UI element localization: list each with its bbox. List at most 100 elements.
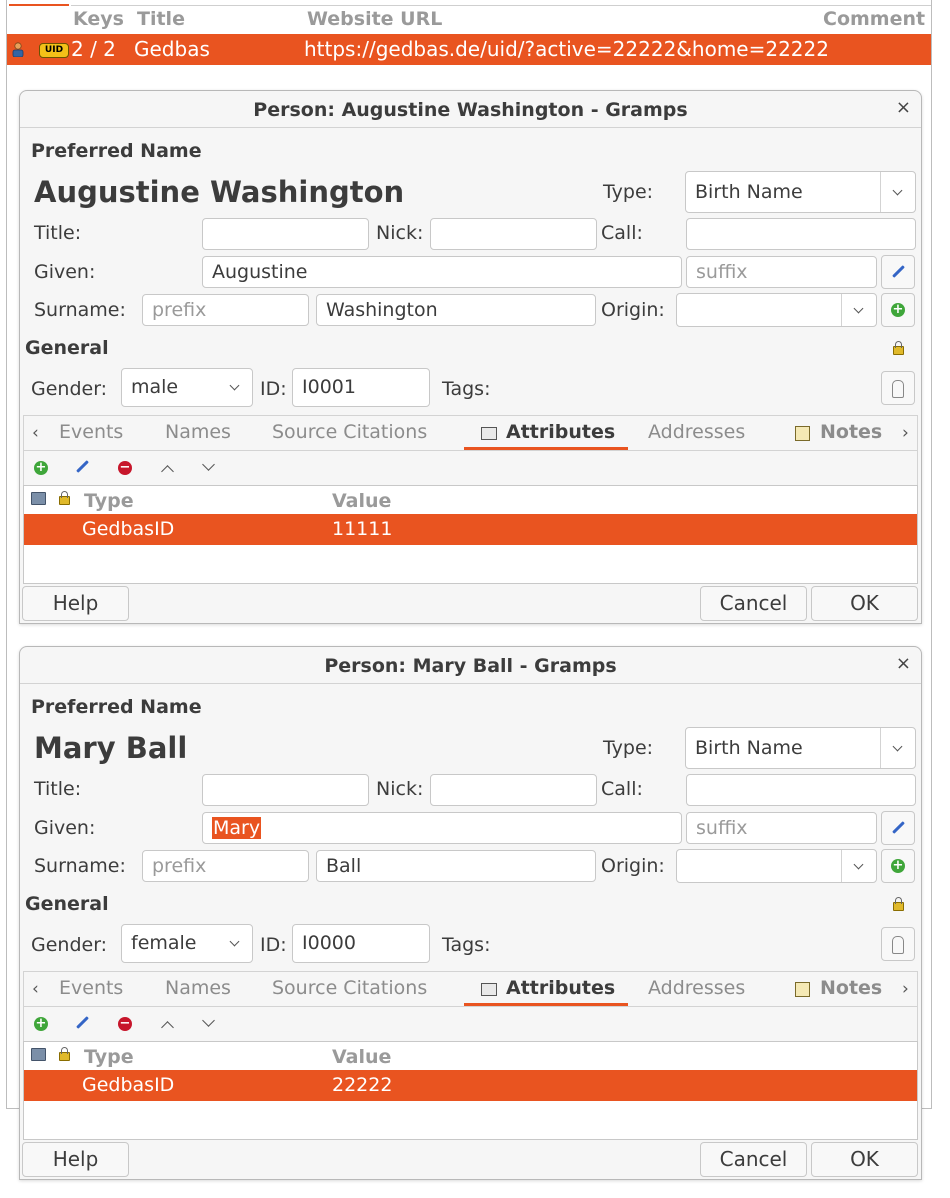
- column-header-keys[interactable]: Keys: [73, 8, 124, 30]
- edit-name-button[interactable]: [881, 811, 915, 845]
- chevron-down-icon: [892, 185, 903, 196]
- surname-field[interactable]: Ball: [316, 850, 596, 882]
- gender-combo[interactable]: female: [121, 924, 253, 963]
- chevron-left-icon[interactable]: ‹: [32, 423, 39, 443]
- given-name-field[interactable]: Augustine: [202, 256, 682, 288]
- suffix-field[interactable]: suffix: [686, 812, 877, 844]
- surname-field[interactable]: Washington: [316, 294, 596, 326]
- move-up-icon[interactable]: [161, 465, 174, 478]
- column-header-url[interactable]: Website URL: [307, 8, 442, 30]
- tab-notes[interactable]: Notes: [820, 421, 882, 443]
- edit-name-button[interactable]: [881, 255, 915, 289]
- title-field[interactable]: [202, 774, 369, 806]
- remove-icon[interactable]: −: [118, 1017, 132, 1031]
- tab-events[interactable]: Events: [59, 421, 123, 443]
- suffix-field[interactable]: suffix: [686, 256, 877, 288]
- table-row[interactable]: GedbasID 11111: [24, 514, 917, 545]
- active-tab-indicator: [464, 1003, 628, 1006]
- add-surname-button[interactable]: +: [881, 293, 915, 327]
- surname-label: Surname:: [34, 299, 126, 321]
- column-header-value[interactable]: Value: [332, 490, 391, 512]
- display-name: Mary Ball: [34, 731, 188, 765]
- name-type-value: Birth Name: [695, 181, 803, 203]
- tab-addresses[interactable]: Addresses: [648, 977, 745, 999]
- lock-icon: [59, 1047, 70, 1061]
- origin-combo[interactable]: [676, 293, 877, 327]
- selected-text: Mary: [212, 817, 262, 839]
- cancel-button[interactable]: Cancel: [700, 586, 807, 621]
- header-divider: [71, 5, 931, 6]
- gender-value: male: [131, 376, 179, 398]
- person-editor-dialog: Person: Mary Ball - Gramps × Preferred N…: [19, 646, 922, 1180]
- help-button[interactable]: Help: [22, 1142, 129, 1177]
- dialog-titlebar[interactable]: Person: Mary Ball - Gramps ×: [20, 647, 921, 684]
- tag-icon: [892, 936, 904, 954]
- sort-indicator: [9, 4, 69, 6]
- name-type-value: Birth Name: [695, 737, 803, 759]
- given-label: Given:: [34, 261, 96, 283]
- dialog-titlebar[interactable]: Person: Augustine Washington - Gramps ×: [20, 91, 921, 128]
- edit-tags-button[interactable]: [881, 927, 915, 961]
- nick-label: Nick:: [376, 778, 424, 800]
- id-field[interactable]: I0000: [292, 924, 430, 963]
- close-icon[interactable]: ×: [896, 97, 911, 118]
- help-button[interactable]: Help: [22, 586, 129, 621]
- title-label: Title:: [34, 222, 82, 244]
- private-column-icon: [31, 492, 46, 505]
- column-header-type[interactable]: Type: [84, 1046, 134, 1068]
- chevron-right-icon[interactable]: ›: [902, 979, 909, 999]
- pencil-icon[interactable]: [76, 1016, 89, 1029]
- prefix-field[interactable]: prefix: [142, 294, 309, 326]
- column-header-value[interactable]: Value: [332, 1046, 391, 1068]
- given-name-field[interactable]: Mary: [202, 812, 682, 844]
- name-type-combo[interactable]: Birth Name: [685, 727, 916, 769]
- name-type-combo[interactable]: Birth Name: [685, 171, 916, 213]
- tab-attributes[interactable]: Attributes: [506, 977, 615, 999]
- chevron-left-icon[interactable]: ‹: [32, 979, 39, 999]
- column-header-comment[interactable]: Comment: [823, 8, 925, 30]
- id-field[interactable]: I0001: [292, 368, 430, 407]
- title-field[interactable]: [202, 218, 369, 250]
- origin-combo[interactable]: [676, 849, 877, 883]
- tab-addresses[interactable]: Addresses: [648, 421, 745, 443]
- nick-field[interactable]: [430, 218, 597, 250]
- add-surname-button[interactable]: +: [881, 849, 915, 883]
- lock-icon[interactable]: [893, 341, 904, 355]
- gender-combo[interactable]: male: [121, 368, 253, 407]
- ok-button[interactable]: OK: [811, 586, 918, 621]
- tab-attributes[interactable]: Attributes: [506, 421, 615, 443]
- pencil-icon[interactable]: [76, 460, 89, 473]
- attribute-type: GedbasID: [82, 1074, 175, 1096]
- edit-tags-button[interactable]: [881, 371, 915, 405]
- dialog-title: Person: Augustine Washington - Gramps: [253, 99, 688, 121]
- tab-notes[interactable]: Notes: [820, 977, 882, 999]
- tab-names[interactable]: Names: [165, 421, 231, 443]
- prefix-field[interactable]: prefix: [142, 850, 309, 882]
- pencil-icon: [892, 265, 905, 278]
- tab-source-citations[interactable]: Source Citations: [272, 421, 427, 443]
- tab-source-citations[interactable]: Source Citations: [272, 977, 427, 999]
- display-name: Augustine Washington: [34, 175, 405, 209]
- column-header-title[interactable]: Title: [137, 8, 185, 30]
- add-icon[interactable]: +: [34, 1017, 48, 1031]
- remove-icon[interactable]: −: [118, 461, 132, 475]
- url-list-row[interactable]: UID 2 / 2 Gedbas https://gedbas.de/uid/?…: [7, 34, 931, 65]
- close-icon[interactable]: ×: [896, 653, 911, 674]
- column-header-type[interactable]: Type: [84, 490, 134, 512]
- lock-icon[interactable]: [893, 897, 904, 911]
- move-up-icon[interactable]: [161, 1021, 174, 1034]
- table-row[interactable]: GedbasID 22222: [24, 1070, 917, 1101]
- call-field[interactable]: [686, 218, 916, 250]
- tab-events[interactable]: Events: [59, 977, 123, 999]
- move-down-icon[interactable]: [202, 458, 215, 471]
- cancel-button[interactable]: Cancel: [700, 1142, 807, 1177]
- chevron-right-icon[interactable]: ›: [902, 423, 909, 443]
- tab-names[interactable]: Names: [165, 977, 231, 999]
- type-label: Type:: [603, 181, 654, 203]
- add-icon[interactable]: +: [34, 461, 48, 475]
- move-down-icon[interactable]: [202, 1014, 215, 1027]
- call-field[interactable]: [686, 774, 916, 806]
- nick-field[interactable]: [430, 774, 597, 806]
- ok-button[interactable]: OK: [811, 1142, 918, 1177]
- id-label: ID:: [260, 934, 287, 956]
